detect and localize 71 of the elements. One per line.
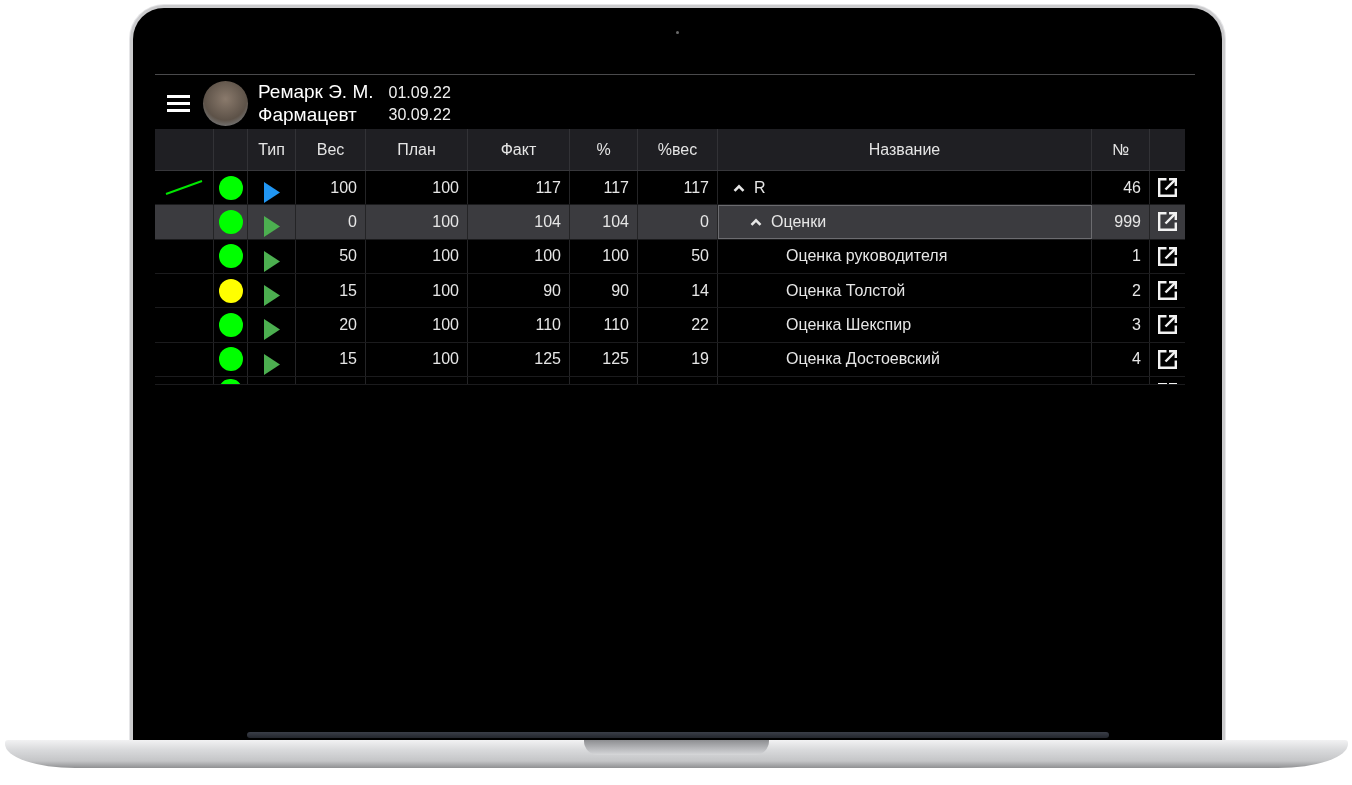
table-row[interactable]: 0 100 104 104 0 Оценки 999	[155, 205, 1185, 240]
table-cell: 110	[468, 308, 570, 342]
table-cell: 50	[296, 239, 366, 273]
table-cell: 46	[1092, 171, 1150, 205]
table-cell: 125	[570, 342, 638, 376]
table-cell: 100	[468, 239, 570, 273]
table-cell: 14	[638, 274, 718, 308]
column-header: План	[366, 129, 468, 170]
table-cell: 2	[1092, 274, 1150, 308]
table-cell: 100	[366, 308, 468, 342]
external-link-icon[interactable]	[1158, 212, 1177, 232]
table-cell: 20	[296, 308, 366, 342]
table-cell: 110	[570, 308, 638, 342]
table-cell: 15	[296, 342, 366, 376]
avatar-placeholder	[203, 80, 248, 126]
table-cell: 22	[638, 308, 718, 342]
table-cell: 117	[570, 171, 638, 205]
item-name: R	[754, 178, 766, 197]
table-row[interactable]: 15 100 90 90 14 Оценка Толстой 2	[155, 274, 1185, 309]
table-cell: 1	[1092, 239, 1150, 273]
table-cell: 15	[296, 274, 366, 308]
table-cell: 125	[468, 342, 570, 376]
table-row[interactable]: 20 100 110 110 22 Оценка Шекспир 3	[155, 308, 1185, 343]
table-cell: 104	[468, 205, 570, 239]
external-link-icon[interactable]	[1158, 246, 1177, 266]
column-header: Тип	[248, 129, 296, 170]
column-header: №	[1092, 129, 1150, 170]
chevron-up-icon[interactable]	[733, 183, 745, 192]
table-row[interactable]: 100 100 117 117 117 R 46	[155, 171, 1185, 206]
item-name: Оценка руководителя	[786, 247, 948, 266]
table-cell: 100	[366, 171, 468, 205]
table-cell: 4	[1092, 342, 1150, 376]
external-link-icon[interactable]	[1158, 315, 1177, 335]
item-name: Оценка Шекспир	[786, 315, 912, 334]
column-header: Название	[718, 129, 1092, 170]
period-end: 30.09.22	[388, 105, 451, 125]
user-role: Фармацевт	[258, 103, 358, 126]
external-link-icon[interactable]	[1158, 281, 1177, 301]
table-cell: 3	[1092, 308, 1150, 342]
table-cell: 100	[366, 342, 468, 376]
chevron-up-icon[interactable]	[750, 218, 762, 226]
table-cell: 100	[296, 171, 366, 205]
camera-icon	[676, 31, 679, 34]
item-name: Оценка Достоевский	[786, 350, 940, 369]
table-cell: 104	[570, 205, 638, 239]
menu-icon[interactable]	[167, 94, 190, 112]
table-cell: 90	[570, 274, 638, 308]
table-cell: 50	[638, 239, 718, 273]
table-cell: 999	[1092, 205, 1150, 239]
table-cell: 117	[468, 171, 570, 205]
user-name: Ремарк Э. М.	[258, 80, 374, 103]
table-cell: 19	[638, 342, 718, 376]
table-cell: 100	[366, 239, 468, 273]
column-header: Факт	[468, 129, 570, 170]
item-name: Оценки	[771, 213, 827, 231]
column-header: Вес	[296, 129, 366, 170]
table-cell: 0	[638, 205, 718, 239]
table-cell: 100	[570, 239, 638, 273]
table-cell: 117	[638, 171, 718, 205]
table-cell: 0	[296, 205, 366, 239]
item-name: Оценка Толстой	[786, 281, 906, 300]
external-link-icon[interactable]	[1158, 349, 1177, 369]
external-link-icon[interactable]	[1158, 178, 1177, 198]
column-header: %	[570, 129, 638, 170]
table-cell: 100	[366, 274, 468, 308]
column-header: %вес	[638, 129, 718, 170]
table-cell: 90	[468, 274, 570, 308]
table-row[interactable]: 50 100 100 100 50 Оценка руководителя 1	[155, 239, 1185, 274]
table-cell: 100	[366, 205, 468, 239]
table-row[interactable]: 15 100 125 125 19 Оценка Достоевский 4	[155, 342, 1185, 377]
period-start: 01.09.22	[388, 83, 451, 103]
